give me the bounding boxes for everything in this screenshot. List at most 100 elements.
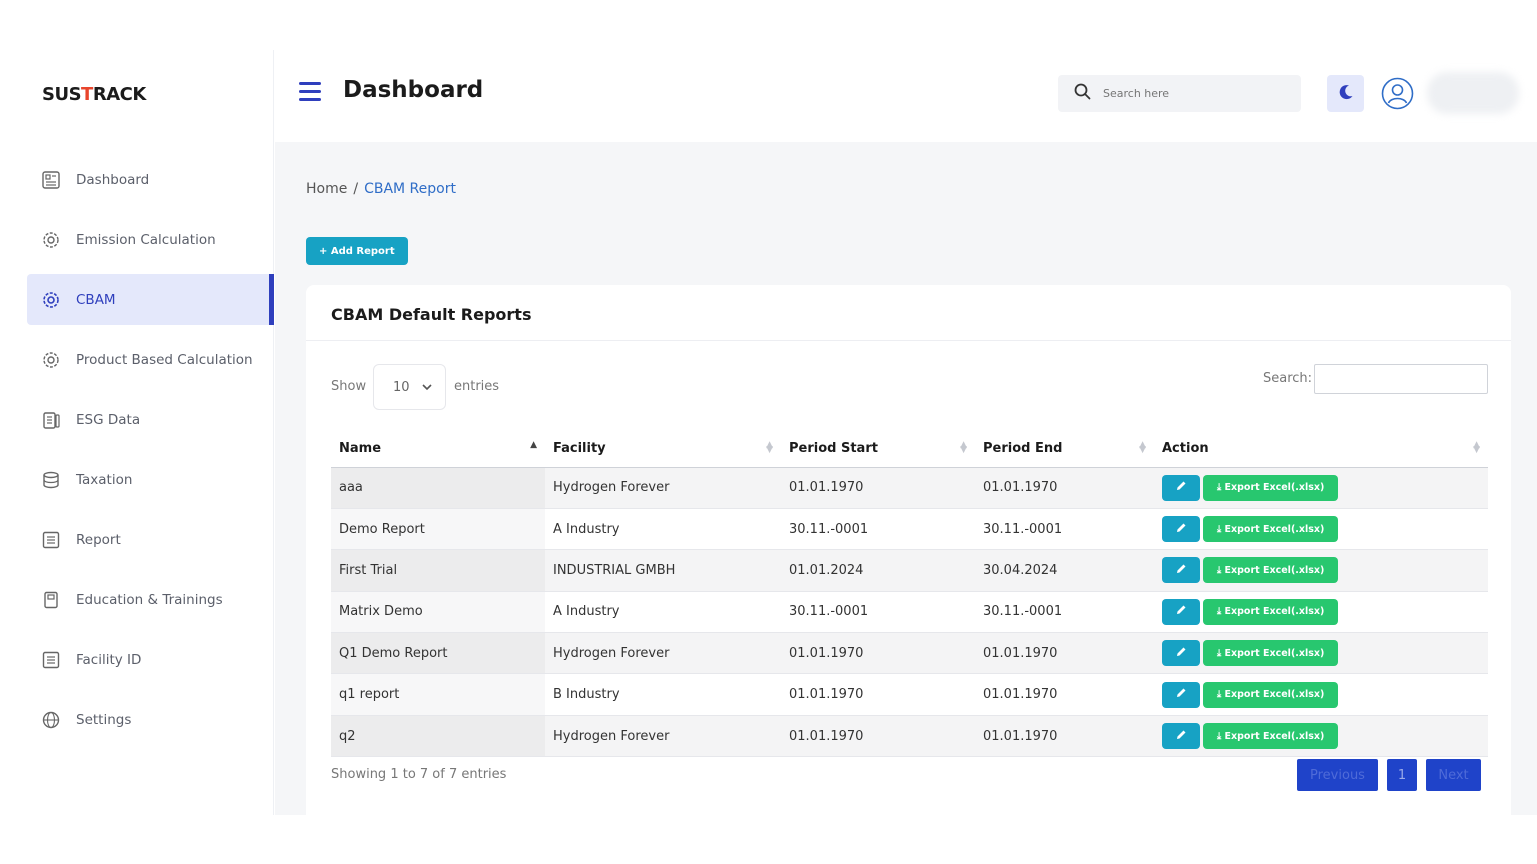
edit-button[interactable] xyxy=(1162,723,1200,750)
cell-facility: B Industry xyxy=(545,673,781,716)
edit-button[interactable] xyxy=(1162,681,1200,708)
table-header-row: Name ▲ Facility ▲ ▼ Period Start ▲ ▼ Period E… xyxy=(331,431,1488,468)
export-excel-button[interactable]: ⤓ Export Excel(.xlsx) xyxy=(1203,474,1339,501)
cell-period-start: 01.01.2024 xyxy=(781,549,975,592)
cell-period-end: 01.01.1970 xyxy=(975,467,1154,509)
cell-action: ⤓ Export Excel(.xlsx) xyxy=(1154,508,1488,551)
sidebar-item-label: Emission Calculation xyxy=(76,231,216,248)
edit-button[interactable] xyxy=(1162,640,1200,667)
column-header-period-end[interactable]: Period End ▲ ▼ xyxy=(975,431,1154,468)
cell-facility: A Industry xyxy=(545,591,781,634)
table-search-input[interactable] xyxy=(1314,364,1488,394)
page-number-button[interactable]: 1 xyxy=(1387,759,1417,791)
cell-facility: INDUSTRIAL GMBH xyxy=(545,549,781,592)
export-label: Export Excel(.xlsx) xyxy=(1224,647,1325,659)
download-icon: ⤓ xyxy=(1217,647,1222,659)
sidebar-item-taxation[interactable]: Taxation xyxy=(27,454,274,505)
dashboard-icon xyxy=(41,170,61,190)
entries-label: entries xyxy=(454,379,500,394)
export-excel-button[interactable]: ⤓ Export Excel(.xlsx) xyxy=(1203,681,1339,708)
export-excel-button[interactable]: ⤓ Export Excel(.xlsx) xyxy=(1203,557,1339,584)
table-row: First Trial INDUSTRIAL GMBH 01.01.2024 3… xyxy=(331,549,1488,592)
cell-action: ⤓ Export Excel(.xlsx) xyxy=(1154,632,1488,675)
next-page-button[interactable]: Next xyxy=(1426,759,1481,791)
search-input[interactable] xyxy=(1103,87,1283,100)
column-header-period-start[interactable]: Period Start ▲ ▼ xyxy=(781,431,975,468)
edit-button[interactable] xyxy=(1162,557,1200,584)
edit-button[interactable] xyxy=(1162,598,1200,625)
add-report-button[interactable]: + Add Report xyxy=(306,237,408,265)
globe-gear-icon xyxy=(41,710,61,730)
entries-select[interactable]: 10 xyxy=(373,364,446,410)
sidebar-item-label: Facility ID xyxy=(76,651,142,668)
sidebar-nav: Dashboard Emission Calculation CBAM Prod… xyxy=(0,154,274,754)
column-header-action[interactable]: Action ▲ ▼ xyxy=(1154,431,1488,468)
divider xyxy=(306,340,1511,341)
cell-facility: Hydrogen Forever xyxy=(545,632,781,675)
table-row: q2 Hydrogen Forever 01.01.1970 01.01.197… xyxy=(331,715,1488,758)
sidebar-item-education-trainings[interactable]: Education & Trainings xyxy=(27,574,274,625)
sidebar-item-dashboard[interactable]: Dashboard xyxy=(27,154,274,205)
sidebar-item-esg-data[interactable]: ESG Data xyxy=(27,394,274,445)
export-excel-button[interactable]: ⤓ Export Excel(.xlsx) xyxy=(1203,723,1339,750)
cell-period-end: 30.11.-0001 xyxy=(975,508,1154,551)
edit-button[interactable] xyxy=(1162,516,1200,543)
breadcrumb-separator: / xyxy=(353,181,359,197)
cell-action: ⤓ Export Excel(.xlsx) xyxy=(1154,715,1488,758)
download-icon: ⤓ xyxy=(1217,523,1222,535)
edit-button[interactable] xyxy=(1162,474,1200,501)
sidebar-item-label: Taxation xyxy=(76,471,133,488)
sidebar-item-label: Product Based Calculation xyxy=(76,351,253,368)
chevron-down-icon xyxy=(421,380,432,395)
download-icon: ⤓ xyxy=(1217,689,1222,701)
sidebar-item-label: Education & Trainings xyxy=(76,591,223,608)
sidebar-item-facility-id[interactable]: Facility ID xyxy=(27,634,274,685)
export-excel-button[interactable]: ⤓ Export Excel(.xlsx) xyxy=(1203,640,1339,667)
export-label: Export Excel(.xlsx) xyxy=(1224,564,1325,576)
main-content: Home / CBAM Report + Add Report CBAM Defau… xyxy=(275,142,1537,815)
cell-facility: Hydrogen Forever xyxy=(545,467,781,509)
column-header-name[interactable]: Name ▲ xyxy=(331,431,545,468)
sidebar-item-report[interactable]: Report xyxy=(27,514,274,565)
entries-value: 10 xyxy=(393,379,410,395)
pencil-icon xyxy=(1176,646,1187,661)
user-name-blurred[interactable] xyxy=(1427,72,1519,114)
hamburger-menu-icon[interactable] xyxy=(299,82,321,102)
export-excel-button[interactable]: ⤓ Export Excel(.xlsx) xyxy=(1203,516,1339,543)
reports-card: CBAM Default Reports Show 10 entries Sea… xyxy=(306,285,1511,815)
cell-period-start: 30.11.-0001 xyxy=(781,591,975,634)
page-title: Dashboard xyxy=(343,77,484,103)
user-avatar-icon[interactable] xyxy=(1381,77,1414,110)
export-label: Export Excel(.xlsx) xyxy=(1224,482,1325,494)
cell-period-start: 01.01.1970 xyxy=(781,715,975,758)
search-icon xyxy=(1074,83,1091,104)
sidebar-item-settings[interactable]: Settings xyxy=(27,694,274,745)
sort-icon: ▲ ▼ xyxy=(1139,440,1146,455)
sidebar-item-product-based-calculation[interactable]: Product Based Calculation xyxy=(27,334,274,385)
table-search-label: Search: xyxy=(1263,371,1313,386)
cell-period-end: 30.11.-0001 xyxy=(975,591,1154,634)
header-search[interactable] xyxy=(1058,75,1301,112)
column-header-facility[interactable]: Facility ▲ ▼ xyxy=(545,431,781,468)
top-header: Dashboard xyxy=(275,50,1537,142)
export-label: Export Excel(.xlsx) xyxy=(1224,730,1325,742)
cell-action: ⤓ Export Excel(.xlsx) xyxy=(1154,591,1488,634)
brand-logo[interactable]: SUSTRACK xyxy=(42,84,146,105)
pencil-icon xyxy=(1176,563,1187,578)
previous-page-button[interactable]: Previous xyxy=(1297,759,1378,791)
cell-facility: A Industry xyxy=(545,508,781,551)
export-label: Export Excel(.xlsx) xyxy=(1224,523,1325,535)
cell-period-end: 01.01.1970 xyxy=(975,673,1154,716)
list-icon xyxy=(41,650,61,670)
sidebar-item-emission-calculation[interactable]: Emission Calculation xyxy=(27,214,274,265)
export-excel-button[interactable]: ⤓ Export Excel(.xlsx) xyxy=(1203,598,1339,625)
export-label: Export Excel(.xlsx) xyxy=(1224,606,1325,618)
sidebar-item-cbam[interactable]: CBAM xyxy=(27,274,274,325)
dark-mode-toggle[interactable] xyxy=(1327,75,1364,112)
gear-icon xyxy=(41,290,61,310)
export-label: Export Excel(.xlsx) xyxy=(1224,689,1325,701)
sort-icon: ▲ ▼ xyxy=(1473,440,1480,455)
cell-name: Q1 Demo Report xyxy=(331,632,545,675)
breadcrumb-home[interactable]: Home xyxy=(306,181,347,197)
gear-icon xyxy=(41,230,61,250)
